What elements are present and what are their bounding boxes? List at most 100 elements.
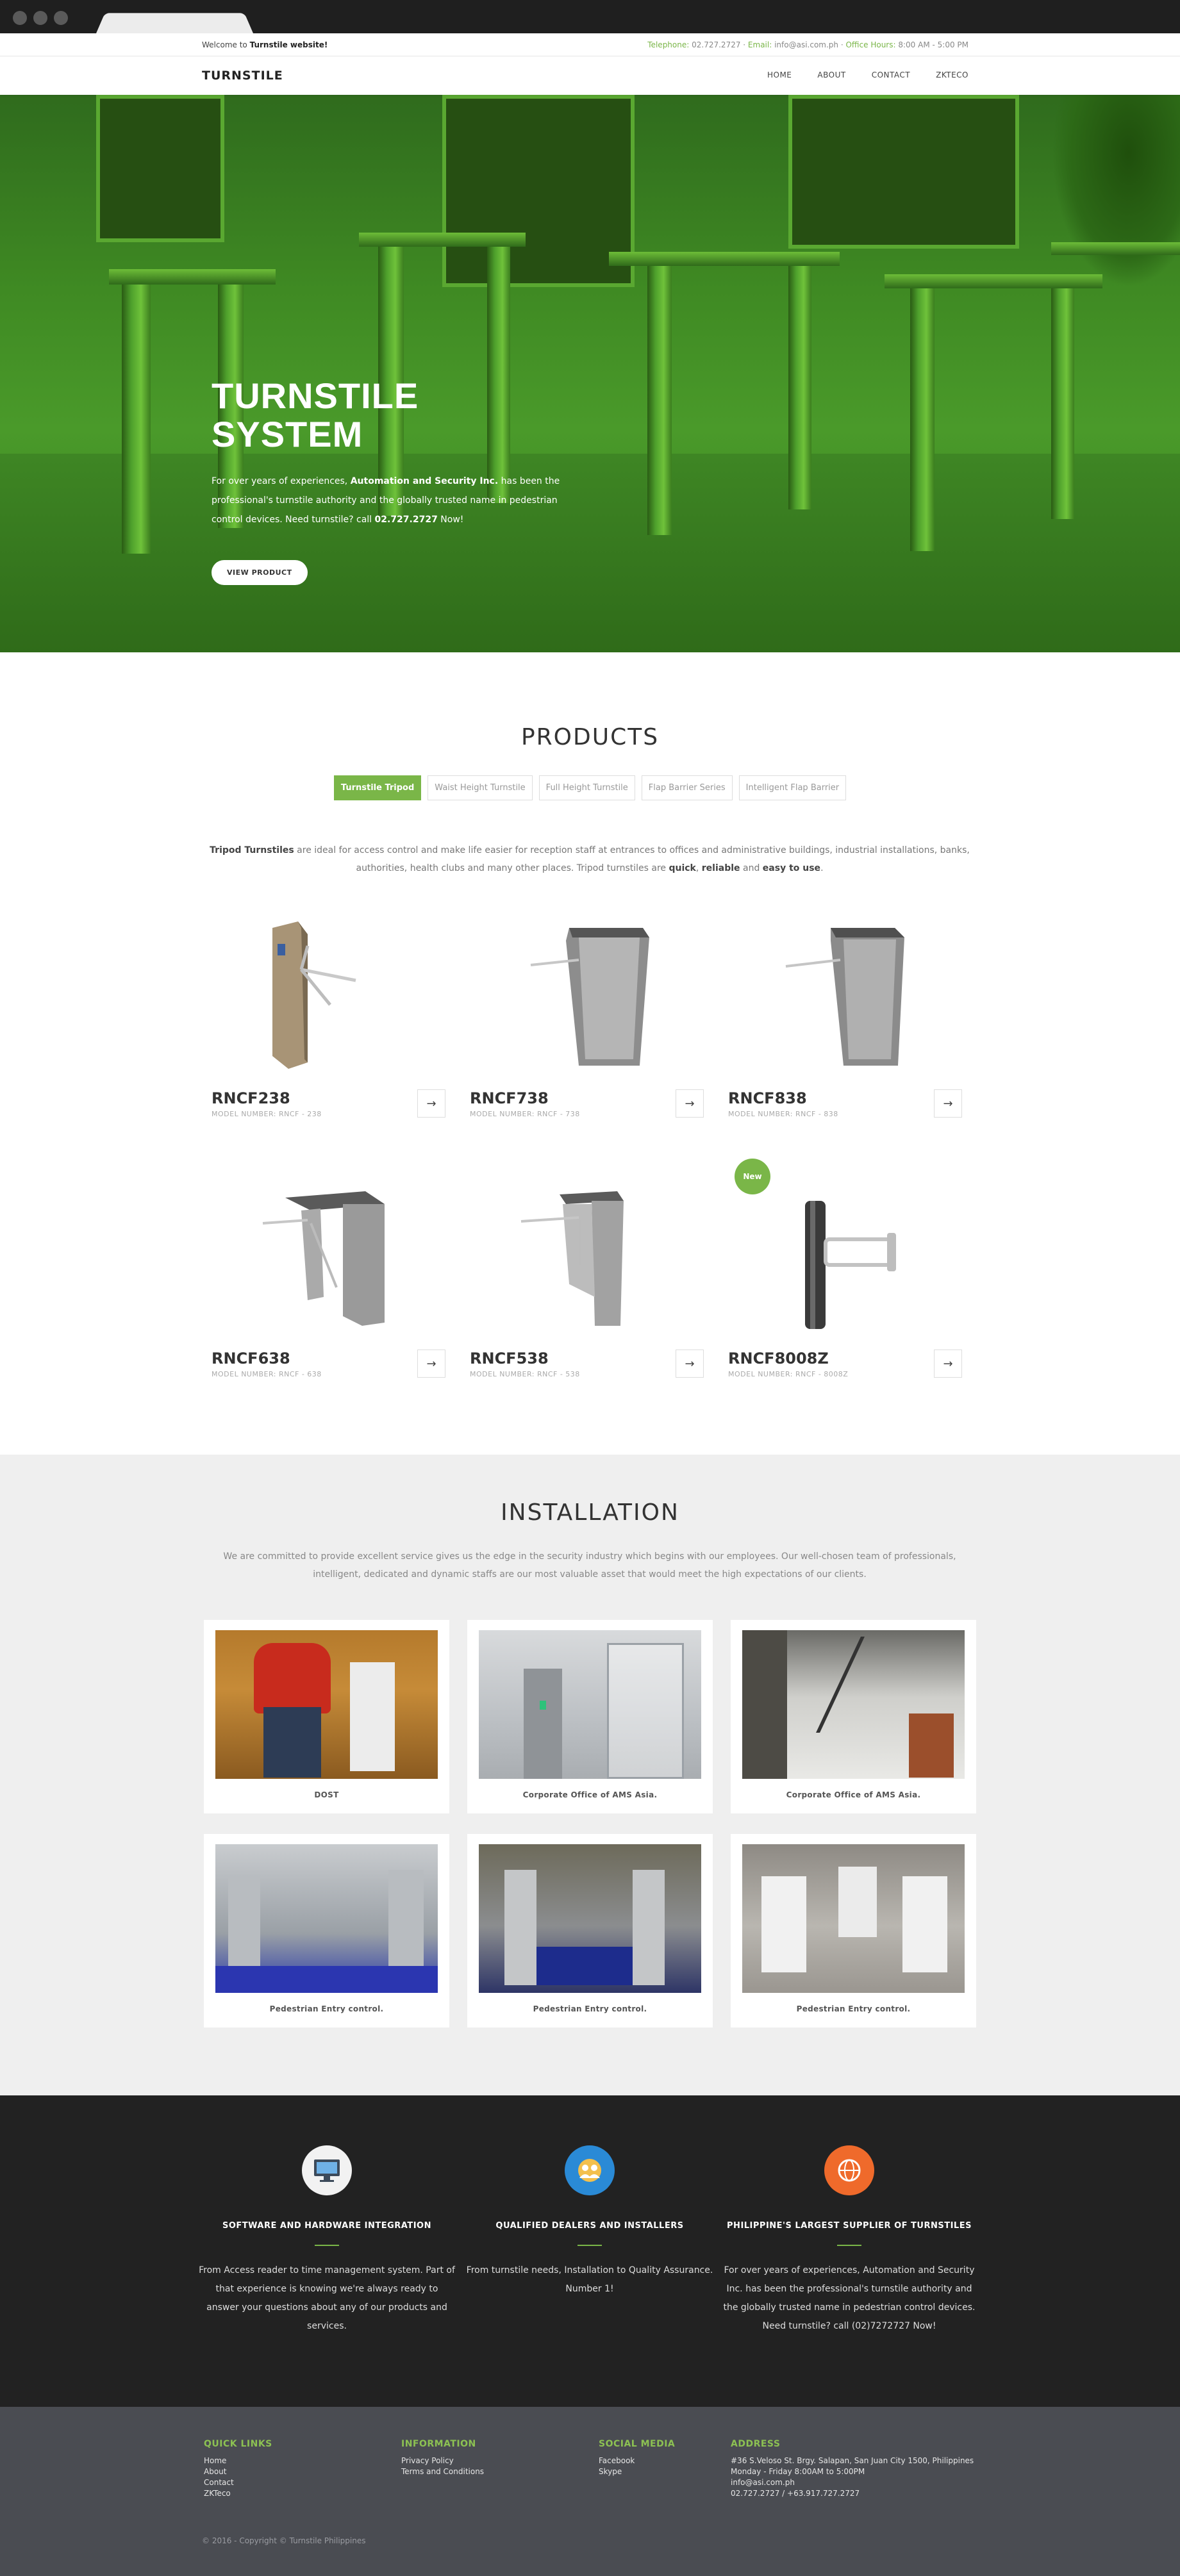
- tab-flap-barrier[interactable]: Flap Barrier Series: [641, 775, 733, 800]
- turnstile-top: [885, 274, 1102, 288]
- product-arrow-button[interactable]: →: [676, 1350, 704, 1378]
- product-image-rncf838[interactable]: [728, 909, 962, 1075]
- footer-link-zkteco[interactable]: ZKTeco: [204, 2488, 272, 2499]
- installation-grid: DOST Corporate Office of AMS Asia. Corpo…: [204, 1620, 976, 2027]
- installation-title: INSTALLATION: [501, 1499, 679, 1526]
- products-section: PRODUCTS Turnstile Tripod Waist Height T…: [0, 652, 1180, 1455]
- turnstile-top: [1051, 242, 1180, 255]
- product-card[interactable]: RNCF738 MODEL NUMBER: RNCF - 738 →: [470, 909, 704, 1130]
- email-label: Email:: [747, 40, 772, 49]
- office-hours-line: Monday - Friday 8:00AM to 5:00PM: [731, 2467, 865, 2476]
- tab-full-height[interactable]: Full Height Turnstile: [538, 775, 635, 800]
- footer-link-privacy[interactable]: Privacy Policy: [401, 2456, 484, 2466]
- hero-title: TURNSTILE SYSTEM: [212, 377, 583, 454]
- feature-divider: [837, 2245, 861, 2246]
- product-card[interactable]: RNCF638 MODEL NUMBER: RNCF - 638 →: [212, 1169, 445, 1391]
- site-logo[interactable]: TURNSTILE: [202, 69, 283, 83]
- nav-zkteco[interactable]: ZKTECO: [936, 70, 968, 79]
- footer-heading: INFORMATION: [401, 2439, 476, 2449]
- product-name[interactable]: RNCF538: [470, 1350, 549, 1367]
- footer-social-media: SOCIAL MEDIA Facebook Skype: [599, 2439, 675, 2477]
- installation-card[interactable]: DOST: [204, 1620, 449, 1813]
- browser-tab[interactable]: [96, 13, 253, 33]
- installation-photo[interactable]: [742, 1630, 965, 1779]
- turnstile-top: [359, 233, 526, 247]
- product-image-rncf538[interactable]: [470, 1169, 704, 1335]
- turnstile-post: [122, 285, 151, 554]
- hero-plant: [1052, 95, 1180, 287]
- installation-caption: Pedestrian Entry control.: [269, 2004, 384, 2013]
- product-image-rncf238[interactable]: [212, 909, 445, 1075]
- footer-link-skype[interactable]: Skype: [599, 2466, 675, 2477]
- product-name[interactable]: RNCF738: [470, 1089, 549, 1107]
- contact-info: Telephone: 02.727.2727 · Email: info@asi…: [647, 40, 968, 49]
- footer-link-home[interactable]: Home: [204, 2456, 272, 2466]
- window-maximize-dot[interactable]: [54, 11, 68, 25]
- footer-link-about[interactable]: About: [204, 2466, 272, 2477]
- product-image-rncf738[interactable]: [470, 909, 704, 1075]
- product-arrow-button[interactable]: →: [417, 1350, 445, 1378]
- installation-card[interactable]: Pedestrian Entry control.: [467, 1834, 713, 2027]
- footer-link-contact[interactable]: Contact: [204, 2477, 272, 2488]
- installation-card[interactable]: Pedestrian Entry control.: [731, 1834, 976, 2027]
- product-name[interactable]: RNCF638: [212, 1350, 290, 1367]
- product-card[interactable]: RNCF838 MODEL NUMBER: RNCF - 838 →: [728, 909, 962, 1130]
- email-line[interactable]: info@asi.com.ph: [731, 2477, 974, 2488]
- footer-link-facebook[interactable]: Facebook: [599, 2456, 675, 2466]
- product-card[interactable]: RNCF538 MODEL NUMBER: RNCF - 538 →: [470, 1169, 704, 1391]
- main-navbar: TURNSTILE HOME ABOUT CONTACT ZKTECO: [0, 56, 1180, 95]
- top-info-bar: Welcome to Turnstile website! Telephone:…: [0, 33, 1180, 56]
- window-close-dot[interactable]: [13, 11, 27, 25]
- footer-heading: ADDRESS: [731, 2439, 781, 2449]
- installation-photo[interactable]: [479, 1844, 701, 1993]
- hero-title-line1: TURNSTILE: [212, 376, 419, 416]
- installation-photo[interactable]: [479, 1630, 701, 1779]
- nav-about[interactable]: ABOUT: [817, 70, 845, 79]
- feature-divider: [315, 2245, 339, 2246]
- product-card[interactable]: RNCF238 MODEL NUMBER: RNCF - 238 →: [212, 909, 445, 1130]
- installation-photo[interactable]: [215, 1844, 438, 1993]
- tab-waist-height[interactable]: Waist Height Turnstile: [428, 775, 533, 800]
- email-value[interactable]: info@asi.com.ph: [774, 40, 838, 49]
- installation-card[interactable]: Corporate Office of AMS Asia.: [467, 1620, 713, 1813]
- turnstile-top: [609, 252, 840, 266]
- product-arrow-button[interactable]: →: [934, 1089, 962, 1118]
- installation-photo[interactable]: [742, 1844, 965, 1993]
- hero-bg-window: [442, 95, 635, 287]
- features-section: SOFTWARE AND HARDWARE INTEGRATION From A…: [0, 2095, 1180, 2407]
- window-minimize-dot[interactable]: [33, 11, 47, 25]
- product-tabs: Turnstile Tripod Waist Height Turnstile …: [0, 775, 1180, 800]
- hero-floor: [0, 454, 1180, 652]
- products-description: Tripod Turnstiles are ideal for access c…: [210, 845, 970, 873]
- product-image-rncf638[interactable]: [212, 1169, 445, 1335]
- feature-software-integration: SOFTWARE AND HARDWARE INTEGRATION From A…: [199, 2145, 455, 2336]
- feature-title: SOFTWARE AND HARDWARE INTEGRATION: [222, 2221, 431, 2231]
- product-model: MODEL NUMBER: RNCF - 8008Z: [728, 1370, 849, 1378]
- feature-text: From Access reader to time management sy…: [199, 2265, 455, 2331]
- installation-caption: Corporate Office of AMS Asia.: [522, 1790, 658, 1799]
- footer-link-terms[interactable]: Terms and Conditions: [401, 2466, 484, 2477]
- product-image-rncf8008z[interactable]: [728, 1169, 962, 1335]
- installation-photo[interactable]: [215, 1630, 438, 1779]
- installation-section: INSTALLATION We are committed to provide…: [0, 1455, 1180, 2095]
- product-arrow-button[interactable]: →: [676, 1089, 704, 1118]
- product-card[interactable]: New RNCF8008Z MODEL NUMBER: RNCF - 8008Z…: [728, 1159, 962, 1391]
- product-model: MODEL NUMBER: RNCF - 538: [470, 1370, 580, 1378]
- hero-bg-window: [788, 95, 1019, 249]
- product-name[interactable]: RNCF238: [212, 1089, 290, 1107]
- view-product-button[interactable]: VIEW PRODUCT: [212, 560, 308, 585]
- nav-contact[interactable]: CONTACT: [872, 70, 910, 79]
- nav-home[interactable]: HOME: [767, 70, 792, 79]
- product-name[interactable]: RNCF8008Z: [728, 1350, 829, 1367]
- installation-card[interactable]: Corporate Office of AMS Asia.: [731, 1620, 976, 1813]
- tab-intelligent-flap[interactable]: Intelligent Flap Barrier: [738, 775, 847, 800]
- product-arrow-button[interactable]: →: [417, 1089, 445, 1118]
- address-line: #36 S.Veloso St. Brgy. Salapan, San Juan…: [731, 2456, 974, 2465]
- tab-turnstile-tripod[interactable]: Turnstile Tripod: [333, 775, 422, 800]
- installation-card[interactable]: Pedestrian Entry control.: [204, 1834, 449, 2027]
- hero-text-part: Now!: [440, 515, 464, 525]
- hero-banner: TURNSTILE SYSTEM For over years of exper…: [0, 95, 1180, 652]
- product-name[interactable]: RNCF838: [728, 1089, 807, 1107]
- product-arrow-button[interactable]: →: [934, 1350, 962, 1378]
- welcome-site: Turnstile website!: [249, 40, 328, 49]
